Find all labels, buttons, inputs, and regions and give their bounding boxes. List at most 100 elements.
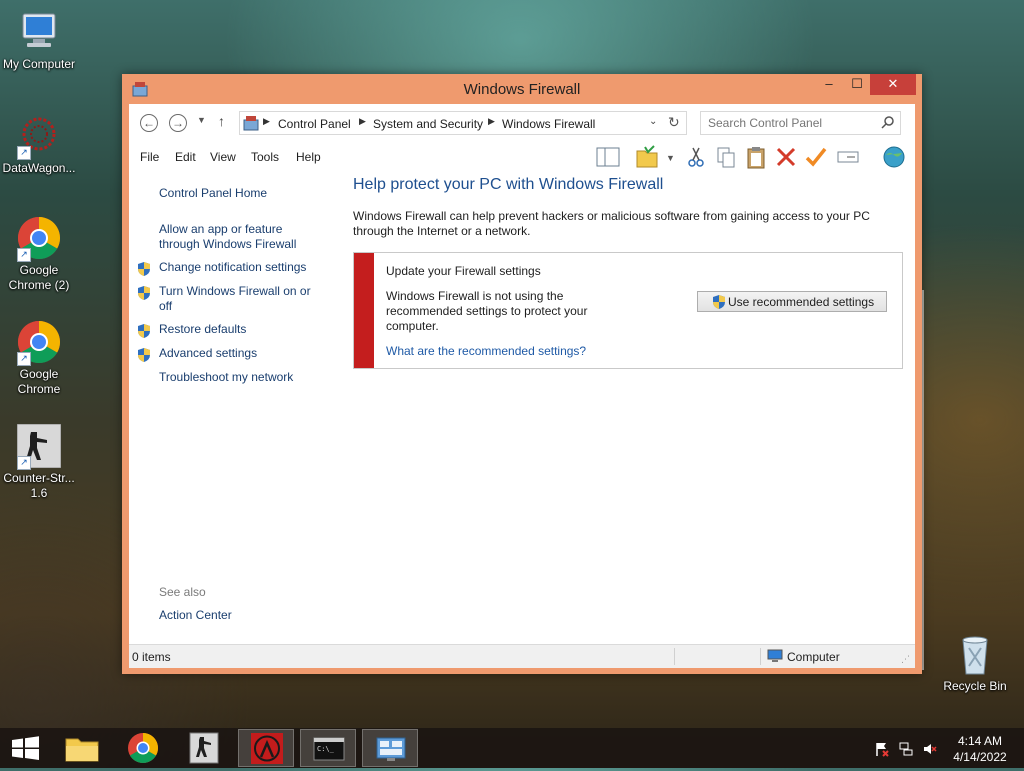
- control-panel-icon: [243, 115, 259, 134]
- recycle-bin-icon: [953, 632, 997, 676]
- desktop-icon-my-computer[interactable]: My Computer: [0, 10, 78, 72]
- desktop-icon-counter-strike[interactable]: ↗ Counter-Str... 1.6: [0, 423, 78, 501]
- shortcut-arrow-icon: ↗: [17, 456, 31, 470]
- menu-help[interactable]: Help: [296, 150, 321, 164]
- recommended-settings-help-link[interactable]: What are the recommended settings?: [386, 344, 586, 358]
- action-center-flag-icon[interactable]: [874, 741, 890, 757]
- system-clock[interactable]: 4:14 AM 4/14/2022: [950, 733, 1010, 765]
- menu-view[interactable]: View: [210, 150, 236, 164]
- search-icon[interactable]: [881, 115, 895, 132]
- maximize-button[interactable]: ☐: [844, 74, 870, 95]
- advanced-settings-link[interactable]: Advanced settings: [159, 346, 257, 361]
- back-button[interactable]: ←: [140, 114, 158, 132]
- window-client-area: ← → ▼ ↑ ▶ Control Panel ▶ System and Sec…: [129, 104, 915, 668]
- breadcrumb-system-and-security[interactable]: System and Security: [373, 117, 483, 131]
- panel-message: Windows Firewall is not using the recomm…: [386, 289, 588, 333]
- cut-icon[interactable]: [683, 145, 709, 169]
- breadcrumb-separator-icon: ▶: [359, 116, 366, 126]
- up-arrow-icon[interactable]: ↑: [218, 113, 225, 129]
- datawagon-icon: ↗: [17, 114, 61, 160]
- turn-firewall-on-off-link[interactable]: Turn Windows Firewall on or off: [159, 284, 319, 314]
- breadcrumb-control-panel[interactable]: Control Panel: [278, 117, 351, 131]
- item-count: 0 items: [132, 650, 171, 664]
- resize-grip-icon[interactable]: ⋰: [901, 654, 910, 665]
- chrome-icon: ↗: [17, 320, 61, 366]
- address-bar[interactable]: ▶ Control Panel ▶ System and Security ▶ …: [239, 111, 687, 135]
- firewall-status-panel: Update your Firewall settings Windows Fi…: [353, 252, 903, 369]
- shield-icon: [137, 323, 151, 339]
- breadcrumb-windows-firewall[interactable]: Windows Firewall: [502, 117, 595, 131]
- clock-date: 4/14/2022: [953, 750, 1007, 764]
- desktop-icon-chrome[interactable]: ↗ Google Chrome: [0, 320, 78, 397]
- status-bar: 0 items Computer ⋰: [129, 644, 915, 668]
- command-prompt-taskbar-icon[interactable]: C:\_: [300, 729, 356, 767]
- volume-muted-icon[interactable]: [922, 741, 938, 757]
- file-explorer-taskbar-icon[interactable]: [54, 729, 110, 767]
- shield-icon: [712, 294, 726, 313]
- half-life-taskbar-icon[interactable]: [238, 729, 294, 767]
- shield-icon: [137, 285, 151, 301]
- shield-icon: [137, 347, 151, 363]
- alert-bar: [354, 253, 374, 368]
- rename-icon[interactable]: [835, 145, 861, 169]
- globe-icon[interactable]: [881, 145, 907, 169]
- allow-app-link[interactable]: Allow an app or feature through Windows …: [159, 222, 309, 252]
- minimize-button[interactable]: –: [816, 74, 842, 95]
- title-bar[interactable]: Windows Firewall – ☐ ✕: [122, 74, 922, 104]
- properties-check-icon[interactable]: [803, 145, 829, 169]
- restore-defaults-link[interactable]: Restore defaults: [159, 322, 246, 337]
- change-notification-settings-link[interactable]: Change notification settings: [159, 260, 306, 275]
- desktop-icon-recycle-bin[interactable]: Recycle Bin: [936, 632, 1014, 694]
- copy-icon[interactable]: [713, 145, 739, 169]
- paste-icon[interactable]: [743, 145, 769, 169]
- control-panel-taskbar-icon[interactable]: [362, 729, 418, 767]
- status-divider: [760, 648, 761, 665]
- control-panel-home-link[interactable]: Control Panel Home: [159, 186, 267, 201]
- navigation-bar: ← → ▼ ↑ ▶ Control Panel ▶ System and Sec…: [129, 104, 915, 142]
- desktop-icon-label: Google Chrome: [17, 367, 61, 396]
- start-button[interactable]: [0, 729, 50, 767]
- use-recommended-settings-button[interactable]: Use recommended settings: [697, 291, 887, 312]
- menu-bar: File Edit View Tools Help ▼: [129, 142, 915, 172]
- delete-icon[interactable]: [773, 145, 799, 169]
- desktop-icon-datawagon[interactable]: ↗ DataWagon...: [0, 114, 78, 176]
- address-dropdown-chevron-icon[interactable]: ⌄: [649, 116, 657, 127]
- desktop-icon-label: My Computer: [2, 57, 76, 71]
- desktop-icon-label: DataWagon...: [2, 161, 76, 175]
- preview-pane-icon[interactable]: [595, 145, 621, 169]
- location-label: Computer: [787, 650, 840, 664]
- window-title: Windows Firewall: [463, 81, 581, 98]
- desktop-icon-label: Counter-Str... 1.6: [3, 471, 75, 500]
- page-title: Help protect your PC with Windows Firewa…: [353, 176, 664, 193]
- breadcrumb-separator-icon: ▶: [488, 116, 495, 126]
- menu-file[interactable]: File: [140, 150, 159, 164]
- close-button[interactable]: ✕: [870, 74, 916, 95]
- search-box[interactable]: [700, 111, 901, 135]
- folder-options-icon[interactable]: [634, 145, 660, 169]
- action-center-link[interactable]: Action Center: [159, 608, 232, 623]
- search-input[interactable]: [708, 116, 873, 130]
- shortcut-arrow-icon: ↗: [17, 352, 31, 366]
- firewall-window: Windows Firewall – ☐ ✕ ← → ▼ ↑ ▶ Control…: [122, 74, 922, 674]
- recent-pages-chevron-icon[interactable]: ▼: [197, 115, 206, 125]
- breadcrumb-separator-icon: ▶: [263, 116, 270, 126]
- see-also-label: See also: [159, 585, 206, 599]
- shortcut-arrow-icon: ↗: [17, 248, 31, 262]
- forward-button[interactable]: →: [169, 114, 187, 132]
- menu-tools[interactable]: Tools: [251, 150, 279, 164]
- page-description: Windows Firewall can help prevent hacker…: [353, 209, 870, 238]
- computer-icon: [17, 10, 61, 54]
- desktop-icon-label: Google Chrome (2): [8, 263, 70, 292]
- troubleshoot-network-link[interactable]: Troubleshoot my network: [159, 370, 293, 385]
- counter-strike-taskbar-icon[interactable]: [176, 729, 232, 767]
- network-icon[interactable]: [898, 741, 914, 757]
- use-recommended-settings-label: Use recommended settings: [728, 295, 875, 309]
- refresh-icon[interactable]: ↻: [668, 114, 680, 131]
- menu-edit[interactable]: Edit: [175, 150, 196, 164]
- desktop-icon-label: Recycle Bin: [943, 679, 1007, 693]
- folder-options-dropdown-icon[interactable]: ▼: [666, 153, 675, 163]
- svg-text:C:\_: C:\_: [317, 745, 335, 753]
- chrome-taskbar-icon[interactable]: [115, 729, 171, 767]
- status-divider: [674, 648, 675, 665]
- desktop-icon-chrome-2[interactable]: ↗ Google Chrome (2): [0, 216, 78, 293]
